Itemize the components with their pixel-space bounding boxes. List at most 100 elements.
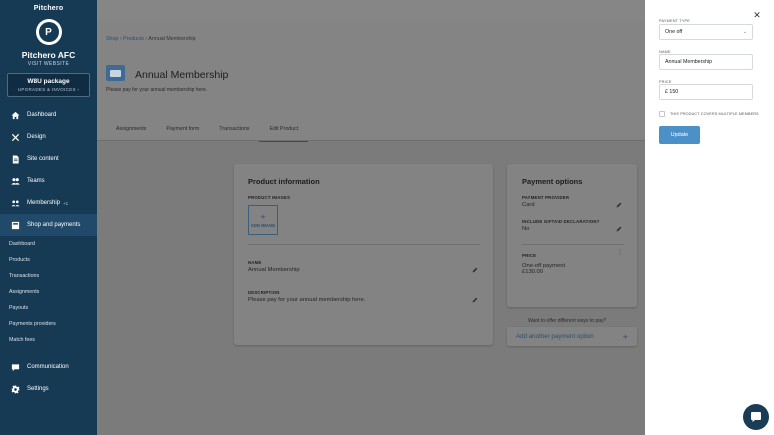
sidebar: Pitchero P Pitchero AFC VISIT WEBSITE W8… [0, 0, 97, 435]
group-icon [10, 198, 20, 208]
add-image-label: ADD IMAGE [250, 222, 276, 228]
brand-logo[interactable]: Pitchero [0, 0, 97, 12]
nav-item-site-content[interactable]: Site content [0, 148, 97, 170]
shop-subnav: Dashboard Products Transactions Assignme… [0, 236, 97, 348]
tab-assignments[interactable]: Assignments [106, 119, 156, 142]
edit-description-pencil-icon[interactable] [472, 290, 478, 303]
club-crest: P [35, 19, 62, 45]
divider [248, 244, 480, 245]
nav-item-label: Settings [27, 386, 49, 392]
nav-item-teams[interactable]: Teams [0, 170, 97, 192]
name-input[interactable]: Annual Membership [659, 54, 753, 70]
membership-count-badge: +1 [63, 200, 69, 206]
nav-item-membership[interactable]: Membership +1 [0, 192, 97, 214]
product-images-label: PRODUCT IMAGES [248, 195, 291, 200]
name-value: Annual Membership [248, 267, 300, 273]
club-name: Pitchero AFC [21, 50, 76, 60]
price-more-menu-icon[interactable]: ⋮ [617, 250, 623, 256]
plus-icon: + [622, 331, 628, 342]
payment-type-select[interactable]: One off ⌄ [659, 24, 753, 40]
shop-icon [10, 220, 20, 230]
subnav-item-payouts[interactable]: Payouts [0, 300, 97, 316]
nav-item-label: Dashboard [27, 112, 57, 118]
home-icon [10, 110, 20, 120]
subnav-item-payments-providers[interactable]: Payments providers [0, 316, 97, 332]
payment-options-card: Payment options PAYMENT PROVIDER Card IN… [507, 164, 637, 307]
payment-provider-label: PAYMENT PROVIDER [522, 195, 570, 200]
nav-item-label: Design [27, 134, 46, 140]
multiple-members-label: THIS PRODUCT COVERS MULTIPLE MEMBERS [670, 112, 759, 116]
breadcrumb-shop[interactable]: Shop [106, 36, 118, 42]
package-box[interactable]: W8U package UPGRADES & INVOICES › [7, 73, 90, 97]
product-information-title: Product information [248, 177, 320, 186]
name-label: NAME [248, 260, 262, 265]
add-payment-option-label: Add another payment option [516, 333, 594, 340]
payment-options-title: Payment options [522, 177, 583, 186]
product-information-card: Product information PRODUCT IMAGES + ADD… [234, 164, 493, 345]
users-icon [10, 176, 20, 186]
add-payment-option-button[interactable]: Add another payment option + [507, 327, 637, 346]
nav-item-label: Communication [27, 364, 69, 370]
crest-letter: P [38, 22, 59, 42]
main-content: Shop › Products › Annual Membership Annu… [97, 0, 645, 435]
edit-payment-panel: ✕ PAYMENT TYPE One off ⌄ NAME Annual Mem… [645, 0, 774, 435]
tools-icon [10, 132, 20, 142]
subnav-item-transactions[interactable]: Transactions [0, 268, 97, 284]
bottom-nav: Communication Settings [0, 356, 97, 400]
giftaid-field: INCLUDE GIFTAID DECLARATION? No [522, 219, 600, 232]
price-input-value: £ 150 [665, 89, 679, 95]
chevron-down-icon: ⌄ [742, 29, 747, 35]
offer-question: Want to offer different ways to pay? [528, 318, 607, 324]
nav-item-dashboard[interactable]: Dashboard [0, 104, 97, 126]
tab-payment-form[interactable]: Payment form [156, 119, 209, 142]
edit-giftaid-pencil-icon[interactable] [616, 219, 622, 232]
name-input-value: Annual Membership [665, 59, 713, 65]
page-title: Annual Membership [135, 69, 229, 81]
product-card-icon [106, 65, 125, 81]
payment-provider-value: Card [522, 202, 535, 208]
subnav-item-products[interactable]: Products [0, 252, 97, 268]
nav-item-communication[interactable]: Communication [0, 356, 97, 378]
description-field: DESCRIPTION Please pay for your annual m… [248, 290, 365, 303]
chat-bubble-icon [751, 412, 761, 422]
upgrades-invoices-link[interactable]: UPGRADES & INVOICES › [10, 87, 87, 92]
subnav-item-dashboard[interactable]: Dashboard [0, 236, 97, 252]
divider [522, 244, 624, 245]
tab-transactions[interactable]: Transactions [209, 119, 259, 142]
price-value: £130.00 [522, 269, 543, 275]
nav-item-shop-and-payments[interactable]: Shop and payments [0, 214, 97, 236]
nav-item-label: Site content [27, 156, 59, 162]
tab-divider [97, 140, 645, 141]
nav-item-label: Shop and payments [27, 222, 81, 228]
price-field: PRICE One-off payment £130.00 [522, 253, 565, 275]
breadcrumb-products[interactable]: Products [123, 36, 144, 42]
package-title: W8U package [27, 78, 70, 85]
plus-icon: + [260, 211, 266, 222]
nav-item-label: Membership [27, 200, 61, 206]
subnav-item-assignments[interactable]: Assignments [0, 284, 97, 300]
giftaid-value: No [522, 226, 530, 232]
payment-type-value: One off [665, 29, 683, 35]
description-value: Please pay for your annual membership he… [248, 297, 366, 303]
subnav-item-match-fees[interactable]: Match fees [0, 332, 97, 348]
edit-name-pencil-icon[interactable] [472, 260, 478, 273]
name-field: NAME Annual Membership [248, 260, 300, 273]
document-icon [10, 154, 20, 164]
nav-item-settings[interactable]: Settings [0, 378, 97, 400]
tab-edit-product[interactable]: Edit Product [259, 119, 309, 142]
visit-website-link[interactable]: VISIT WEBSITE [0, 61, 97, 67]
nav-item-label: Teams [27, 178, 45, 184]
giftaid-label: INCLUDE GIFTAID DECLARATION? [522, 219, 600, 224]
add-image-button[interactable]: + ADD IMAGE [248, 205, 278, 235]
nav-item-design[interactable]: Design [0, 126, 97, 148]
payment-provider-field: PAYMENT PROVIDER Card [522, 195, 569, 208]
edit-provider-pencil-icon[interactable] [616, 195, 622, 208]
chat-widget-button[interactable] [743, 404, 769, 430]
price-input[interactable]: £ 150 [659, 84, 753, 100]
tab-bar: Assignments Payment form Transactions Ed… [106, 119, 309, 142]
multiple-members-checkbox[interactable] [659, 111, 665, 117]
main-nav: Dashboard Design Site content Teams Memb… [0, 104, 97, 236]
update-button[interactable]: Update [659, 126, 700, 144]
breadcrumb: Shop › Products › Annual Membership [106, 36, 196, 42]
close-icon[interactable]: ✕ [753, 11, 761, 20]
